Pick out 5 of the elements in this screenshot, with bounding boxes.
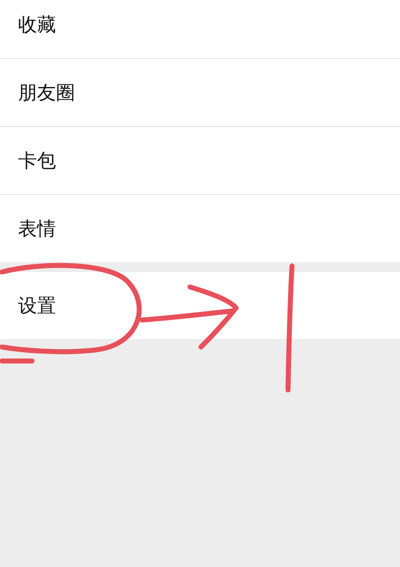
menu-item[interactable]: 设置 (18, 292, 56, 318)
menu-item[interactable]: 收藏 (18, 12, 56, 38)
menu-item[interactable]: 朋友圈 (18, 80, 75, 106)
menu-item[interactable]: 表情 (18, 216, 56, 242)
menu-item[interactable]: 卡包 (18, 148, 56, 174)
